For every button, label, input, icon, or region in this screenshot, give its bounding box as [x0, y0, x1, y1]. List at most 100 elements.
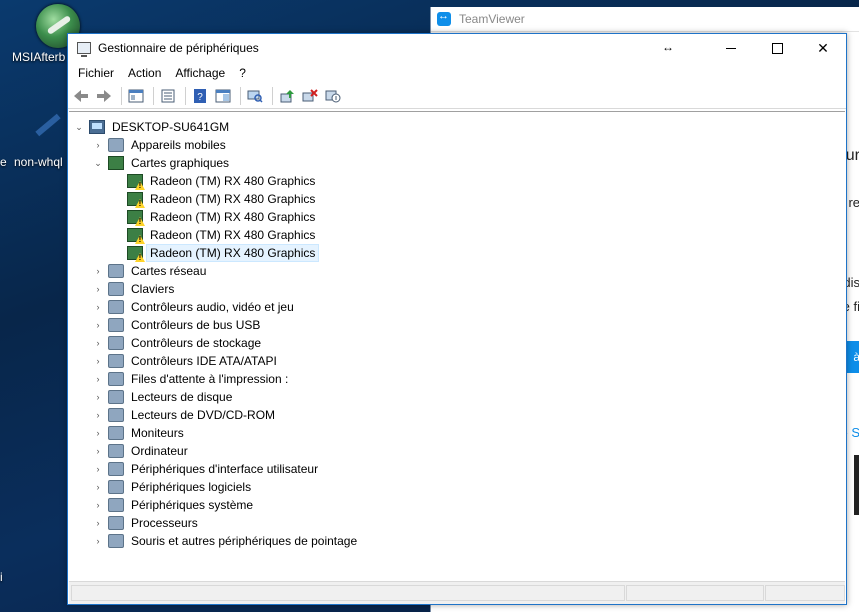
disable-device-icon [325, 90, 341, 103]
tree-item-label: Lecteurs de disque [131, 390, 233, 404]
menu-help[interactable]: ? [232, 66, 253, 80]
system-device-icon [108, 498, 124, 512]
title-bar[interactable]: Gestionnaire de périphériques ↔ ✕ [68, 34, 846, 62]
help-icon: ? [194, 89, 206, 103]
chevron-right-icon[interactable]: › [92, 445, 104, 457]
scan-hardware-button[interactable] [245, 86, 265, 106]
update-driver-icon [280, 90, 294, 103]
view-button[interactable] [213, 86, 233, 106]
tree-item-disques[interactable]: › Lecteurs de disque [92, 388, 235, 406]
chevron-right-icon[interactable]: › [92, 319, 104, 331]
status-cell [71, 585, 625, 601]
mobile-device-icon [108, 138, 124, 152]
tree-child-gpu[interactable]: Radeon (TM) RX 480 Graphics [123, 190, 318, 208]
tree-item-claviers[interactable]: › Claviers [92, 280, 177, 298]
toolbar-separator [121, 87, 122, 105]
update-driver-button[interactable] [277, 86, 297, 106]
tree-child-label: Radeon (TM) RX 480 Graphics [150, 174, 316, 188]
chevron-right-icon[interactable]: › [92, 265, 104, 277]
tree-item-processeurs[interactable]: › Processeurs [92, 514, 201, 532]
disable-device-button[interactable] [323, 86, 343, 106]
chevron-right-icon[interactable]: › [92, 481, 104, 493]
status-bar [69, 581, 845, 604]
chevron-right-icon[interactable]: › [92, 463, 104, 475]
tree-item-stockage[interactable]: › Contrôleurs de stockage [92, 334, 264, 352]
tree-item-label: Contrôleurs de stockage [131, 336, 262, 350]
non-whql-icon[interactable] [32, 104, 66, 144]
desktop-icon-label-msiafterburner[interactable]: MSIAfterb [12, 50, 65, 64]
chevron-right-icon[interactable]: › [92, 301, 104, 313]
maximize-button[interactable] [754, 34, 800, 62]
tree-item-cartes-graphiques[interactable]: ⌄ Cartes graphiques [92, 154, 232, 172]
tree-child-gpu[interactable]: Radeon (TM) RX 480 Graphics [123, 172, 318, 190]
chevron-right-icon[interactable]: › [92, 535, 104, 547]
tree-item-dvd[interactable]: › Lecteurs de DVD/CD-ROM [92, 406, 278, 424]
chevron-right-icon[interactable]: › [92, 337, 104, 349]
teamviewer-button-fragment[interactable]: à [846, 341, 859, 373]
tree-child-gpu-selected[interactable]: Radeon (TM) RX 480 Graphics [123, 244, 320, 262]
tree-child-gpu[interactable]: Radeon (TM) RX 480 Graphics [123, 208, 318, 226]
chevron-right-icon[interactable]: › [92, 139, 104, 151]
desktop-icon-label-nonwhql[interactable]: non-whql [14, 155, 63, 169]
chevron-right-icon[interactable]: › [92, 391, 104, 403]
tree-item-label: Contrôleurs IDE ATA/ATAPI [131, 354, 277, 368]
chevron-right-icon[interactable]: › [92, 355, 104, 367]
tree-item-label: Périphériques système [131, 498, 254, 512]
chevron-right-icon[interactable]: › [92, 517, 104, 529]
minimize-button[interactable] [708, 34, 754, 62]
tree-item-label: Cartes graphiques [131, 156, 230, 170]
storage-controller-icon [108, 336, 124, 350]
software-device-icon [108, 480, 124, 494]
chevron-right-icon[interactable]: › [92, 499, 104, 511]
tree-child-gpu[interactable]: Radeon (TM) RX 480 Graphics [123, 226, 318, 244]
monitor-icon [108, 426, 124, 440]
tree-item-usb[interactable]: › Contrôleurs de bus USB [92, 316, 263, 334]
help-button[interactable]: ? [190, 86, 210, 106]
tree-item-impression[interactable]: › Files d'attente à l'impression : [92, 370, 291, 388]
device-manager-window[interactable]: Gestionnaire de périphériques ↔ ✕ Fichie… [67, 33, 847, 605]
show-hide-console-tree-icon [128, 89, 144, 103]
audio-icon [108, 300, 124, 314]
teamviewer-icon [437, 10, 451, 26]
tree-child-label: Radeon (TM) RX 480 Graphics [150, 228, 316, 242]
chevron-down-icon[interactable]: ⌄ [73, 121, 85, 133]
tree-item-hid[interactable]: › Périphériques d'interface utilisateur [92, 460, 321, 478]
tree-item-ordinateur[interactable]: › Ordinateur [92, 442, 191, 460]
tree-item-logiciels[interactable]: › Périphériques logiciels [92, 478, 254, 496]
chevron-right-icon[interactable]: › [92, 409, 104, 421]
mouse-icon [108, 534, 124, 548]
forward-button[interactable] [94, 86, 114, 106]
back-button[interactable] [71, 86, 91, 106]
tree-item-cartes-reseau[interactable]: › Cartes réseau [92, 262, 209, 280]
tree-item-label: Cartes réseau [131, 264, 207, 278]
tree-item-ide[interactable]: › Contrôleurs IDE ATA/ATAPI [92, 352, 280, 370]
back-icon [74, 90, 88, 102]
tree-item-systeme[interactable]: › Périphériques système [92, 496, 256, 514]
tree-item-label: Contrôleurs de bus USB [131, 318, 261, 332]
tree-root[interactable]: ⌄ DESKTOP-SU641GM [73, 118, 232, 136]
menu-action[interactable]: Action [121, 66, 168, 80]
close-icon: ✕ [817, 39, 829, 56]
uninstall-device-button[interactable] [300, 86, 320, 106]
properties-button[interactable] [158, 86, 178, 106]
teamviewer-titlebar[interactable]: TeamViewer [431, 7, 859, 32]
show-hide-console-tree-button[interactable] [126, 86, 146, 106]
tree-item-moniteurs[interactable]: › Moniteurs [92, 424, 187, 442]
tree-item-appareils-mobiles[interactable]: › Appareils mobiles [92, 136, 229, 154]
tree-item-label: Files d'attente à l'impression : [131, 372, 289, 386]
tree-item-label: Moniteurs [131, 426, 184, 440]
desktop-edge-letter: i [0, 570, 3, 584]
chevron-right-icon[interactable]: › [92, 373, 104, 385]
close-button[interactable]: ✕ [800, 34, 846, 62]
teamviewer-dark-block [854, 455, 859, 515]
tree-item-label: Souris et autres périphériques de pointa… [131, 534, 358, 548]
menu-affichage[interactable]: Affichage [168, 66, 232, 80]
tree-item-audio[interactable]: › Contrôleurs audio, vidéo et jeu [92, 298, 297, 316]
chevron-down-icon[interactable]: ⌄ [92, 157, 104, 169]
chevron-right-icon[interactable]: › [92, 283, 104, 295]
device-tree-pane[interactable]: ⌄ DESKTOP-SU641GM › Appareils mobiles ⌄ … [69, 111, 845, 580]
menu-fichier[interactable]: Fichier [71, 66, 121, 80]
chevron-right-icon[interactable]: › [92, 427, 104, 439]
tree-child-label: Radeon (TM) RX 480 Graphics [150, 192, 316, 206]
tree-item-souris[interactable]: › Souris et autres périphériques de poin… [92, 532, 360, 550]
